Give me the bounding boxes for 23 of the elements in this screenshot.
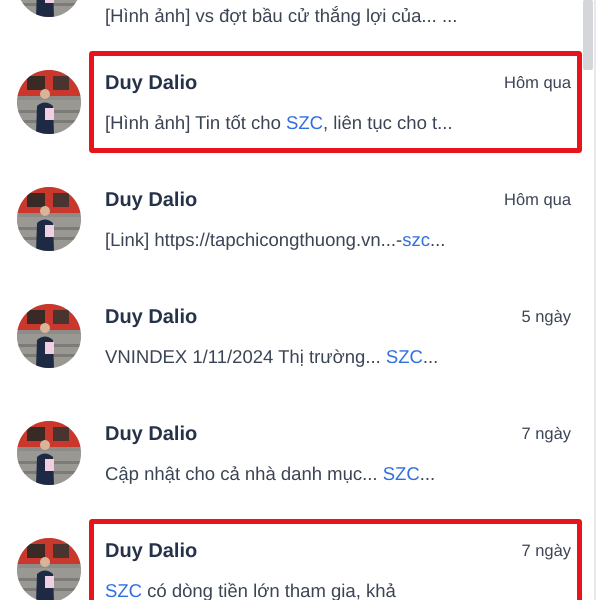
highlight-box[interactable]: Duy Dalio Hôm qua [Hình ảnh] Tin tốt cho SZC, liên tục cho t... bbox=[89, 50, 582, 152]
message-time: 7 ngày bbox=[521, 542, 571, 560]
message-time: Hôm qua bbox=[504, 190, 571, 210]
conversation-item[interactable]: Duy Dalio Hôm qua [Link] https://tapchicongthuong.vn...-szc... bbox=[89, 168, 582, 270]
contact-name: Duy Dalio bbox=[105, 72, 198, 94]
contact-name: Duy Dalio bbox=[105, 540, 198, 562]
message-time: 5 ngày bbox=[521, 308, 571, 326]
highlight-box[interactable]: Duy Dalio 7 ngày SZC có dòng tiền lớn tham gia, khả bbox=[89, 518, 582, 600]
message-preview: [Link] https://tapchicongthuong.vn...-szc... bbox=[105, 230, 446, 248]
message-preview: [Hình ảnh] Tin tốt cho SZC, liên tục cho t... bbox=[105, 112, 454, 132]
scrollbar-thumb[interactable] bbox=[583, 0, 593, 70]
message-preview: SZC có dòng tiền lớn tham gia, khả bbox=[105, 580, 397, 600]
message-preview: Cập nhật cho cả nhà danh mục... SZC... bbox=[105, 464, 436, 482]
message-time: 7 ngày bbox=[521, 424, 571, 444]
conversation-item[interactable]: Duy Dalio 7 ngày Cập nhật cho cả nhà danh mục... SZC... bbox=[89, 402, 582, 504]
conversation-item[interactable]: Duy Dalio 5 ngày VNINDEX 1/11/2024 Thị trường... SZC... bbox=[89, 284, 582, 386]
conversation-item[interactable]: [Hình ảnh] vs đợt bầu cử thắng lợi của... ... bbox=[89, 0, 582, 36]
contact-name: Duy Dalio bbox=[105, 188, 198, 212]
contact-name: Duy Dalio bbox=[105, 422, 198, 446]
contact-name: Duy Dalio bbox=[105, 306, 198, 328]
message-preview: [Hình ảnh] vs đợt bầu cử thắng lợi của... ... bbox=[105, 6, 458, 24]
message-time: Hôm qua bbox=[504, 74, 571, 92]
message-preview: VNINDEX 1/11/2024 Thị trường... SZC... bbox=[105, 346, 440, 366]
